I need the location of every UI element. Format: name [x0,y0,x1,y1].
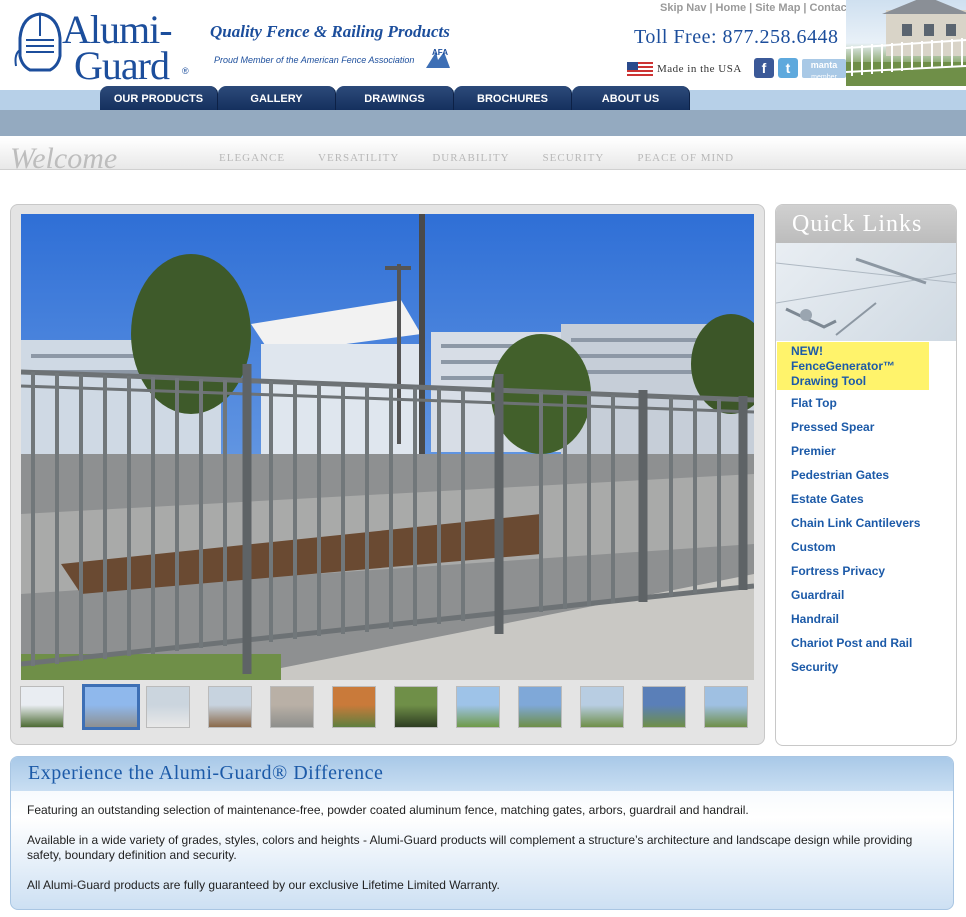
main-nav: OUR PRODUCTS GALLERY DRAWINGS BROCHURES … [100,86,690,110]
site-map-link[interactable]: Site Map [755,2,800,14]
gallery-thumbnail[interactable] [704,686,748,728]
welcome-strip: Welcome ELEGANCE VERSATILITY DURABILITY … [0,138,966,175]
manta-sub: member [811,74,837,81]
sub-nav-band [0,110,966,136]
quick-link-fortress-privacy[interactable]: Fortress Privacy [791,563,920,587]
main-gallery-photo[interactable] [21,214,754,680]
home-link[interactable]: Home [716,2,747,14]
quick-link-estate-gates[interactable]: Estate Gates [791,491,920,515]
afa-membership-text: Proud Member of the American Fence Assoc… [214,55,415,65]
twitter-icon[interactable]: t [778,58,798,78]
utility-separator: | [803,2,807,14]
quick-link-premier[interactable]: Premier [791,443,920,467]
gallery-thumbnail[interactable] [394,686,438,728]
nav-tab-about-us[interactable]: ABOUT US [572,86,690,110]
difference-paragraph: Featuring an outstanding selection of ma… [27,803,749,817]
quick-link-flat-top[interactable]: Flat Top [791,395,920,419]
difference-paragraph: Available in a wide variety of grades, s… [27,833,913,862]
welcome-heading: Welcome [10,142,118,175]
gallery-thumbnail[interactable] [332,686,376,728]
quick-link-chain-link-cantilevers[interactable]: Chain Link Cantilevers [791,515,920,539]
skip-nav-link[interactable]: Skip Nav [660,2,706,14]
header-fence-photo [846,0,966,86]
logo-registered: ® [182,66,189,76]
tagline: Quality Fence & Railing Products [210,22,450,41]
quick-link-handrail[interactable]: Handrail [791,611,920,635]
difference-panel: Experience the Alumi-Guard® Difference F… [10,756,954,910]
quick-link-guardrail[interactable]: Guardrail [791,587,920,611]
fence-generator-link[interactable]: NEW! FenceGenerator™ Drawing Tool [777,342,929,390]
nav-tab-drawings[interactable]: DRAWINGS [336,86,454,110]
nav-tab-gallery[interactable]: GALLERY [218,86,336,110]
quick-link-pressed-spear[interactable]: Pressed Spear [791,419,920,443]
manta-label: manta [810,60,838,70]
quick-links-drawing-image [776,243,956,341]
quick-links-title: Quick Links [792,211,923,237]
quick-link-pedestrian-gates[interactable]: Pedestrian Gates [791,467,920,491]
difference-title: Experience the Alumi-Guard® Difference [28,762,384,784]
gallery-thumbnail[interactable] [518,686,562,728]
quick-link-security[interactable]: Security [791,659,920,683]
value-peace-of-mind: PEACE OF MIND [637,152,735,164]
house-fence-illustration [846,0,966,86]
nav-tab-brochures[interactable]: BROCHURES [454,86,572,110]
difference-header: Experience the Alumi-Guard® Difference [11,757,953,791]
gallery-thumbnail[interactable] [456,686,500,728]
value-durability: DURABILITY [432,152,510,164]
made-in-usa-text: Made in the USA [657,63,742,75]
gallery-thumbnail[interactable] [642,686,686,728]
page: Alumi- Guard ® Quality Fence & Railing P… [0,0,966,917]
quick-link-chariot-post-and-rail[interactable]: Chariot Post and Rail [791,635,920,659]
quick-links-header: Quick Links [776,205,956,243]
drafting-tools-illustration [776,257,956,336]
featured-tool-name: FenceGenerator™ [791,359,896,373]
nav-tab-our-products[interactable]: OUR PRODUCTS [100,86,218,110]
gallery-thumbnail[interactable] [208,686,252,728]
gallery-thumbnail[interactable] [146,686,190,728]
site-header: Alumi- Guard ® Quality Fence & Railing P… [0,0,966,92]
knight-helmet-icon [14,12,62,72]
gallery-thumbnail[interactable] [270,686,314,728]
utility-nav: Skip Nav | Home | Site Map | Contact [660,2,850,14]
us-flag-icon [627,62,653,76]
value-security: SECURITY [542,152,605,164]
brand-values: ELEGANCE VERSATILITY DURABILITY SECURITY… [219,152,767,164]
afa-label: AFA [432,48,448,57]
value-versatility: VERSATILITY [318,152,400,164]
featured-new-label: NEW! [791,344,823,358]
toll-free-number[interactable]: Toll Free: 877.258.6448 [634,26,839,49]
utility-separator: | [749,2,753,14]
quick-link-custom[interactable]: Custom [791,539,920,563]
quick-links-list: Flat Top Pressed Spear Premier Pedestria… [791,395,920,683]
fence-photo-illustration [21,214,754,680]
difference-body: Featuring an outstanding selection of ma… [27,803,937,908]
logo-line2: Guard [74,43,170,88]
facebook-icon[interactable]: f [754,58,774,78]
alumi-guard-logo[interactable]: Alumi- Guard ® [12,4,192,88]
featured-tool-subtitle: Drawing Tool [791,374,867,388]
gallery-thumbnail[interactable] [82,684,140,730]
gallery-thumbnail[interactable] [580,686,624,728]
manta-member-badge[interactable]: manta member [802,59,846,81]
utility-separator: | [709,2,713,14]
quick-links-panel: Quick Links NEW! FenceGenerator™ Drawing… [775,204,957,746]
difference-paragraph: All Alumi-Guard products are fully guara… [27,878,500,892]
value-elegance: ELEGANCE [219,152,286,164]
contact-link[interactable]: Contact [810,2,851,14]
gallery-thumbnail[interactable] [20,686,64,728]
